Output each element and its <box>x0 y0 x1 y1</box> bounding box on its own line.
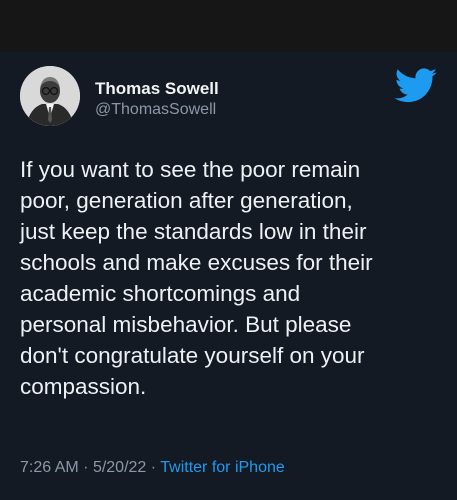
tweet-source-link[interactable]: Twitter for iPhone <box>160 459 285 476</box>
top-band <box>0 0 457 52</box>
author-name[interactable]: Thomas Sowell <box>95 79 219 99</box>
tweet-line: don't congratulate yourself on your <box>20 343 365 368</box>
tweet-line: poor, generation after generation, <box>20 188 353 213</box>
tweet-text: If you want to see the poor remain poor,… <box>20 154 440 402</box>
meta-separator: · <box>83 459 89 476</box>
tweet-line: academic shortcomings and <box>20 281 301 306</box>
tweet-line: just keep the standards low in their <box>20 219 367 244</box>
twitter-bird-icon[interactable] <box>394 68 438 104</box>
tweet-meta: 7:26 AM · 5/20/22 · Twitter for iPhone <box>20 458 285 478</box>
tweet-line: compassion. <box>20 374 147 399</box>
author-handle[interactable]: @ThomasSowell <box>95 100 216 120</box>
profile-photo <box>20 66 80 126</box>
avatar[interactable] <box>20 66 80 126</box>
tweet-line: personal misbehavior. But please <box>20 312 352 337</box>
tweet-time[interactable]: 7:26 AM <box>20 459 79 476</box>
tweet-card: Thomas Sowell @ThomasSowell If you want … <box>0 52 457 500</box>
tweet-date[interactable]: 5/20/22 <box>93 459 146 476</box>
tweet-line: schools and make excuses for their <box>20 250 373 275</box>
tweet-line: If you want to see the poor remain <box>20 157 361 182</box>
meta-separator: · <box>150 459 157 476</box>
